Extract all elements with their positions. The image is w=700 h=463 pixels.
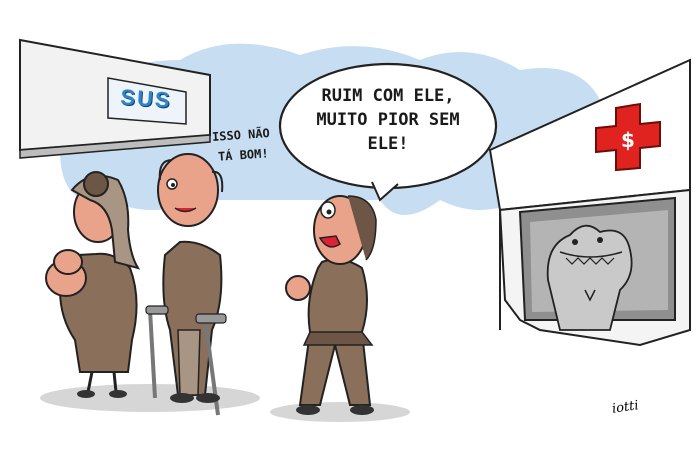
speech-line-3: ELE! [367, 134, 409, 154]
speaking-man [285, 195, 377, 415]
old-woman [45, 171, 141, 398]
speech-line-1: RUIM COM ELE, [321, 86, 455, 106]
cartoon-scene: SUS ISSO NÃO TÁ BOM! RUIM COM ELE, MUITO… [0, 0, 700, 463]
cartoon-illustration [19, 38, 691, 422]
sus-sign-text: SUS [119, 84, 173, 113]
speech-line-2: MUITO PIOR SEM [316, 110, 460, 130]
old-man [145, 153, 227, 416]
dollar-sign-icon: $ [621, 128, 635, 152]
